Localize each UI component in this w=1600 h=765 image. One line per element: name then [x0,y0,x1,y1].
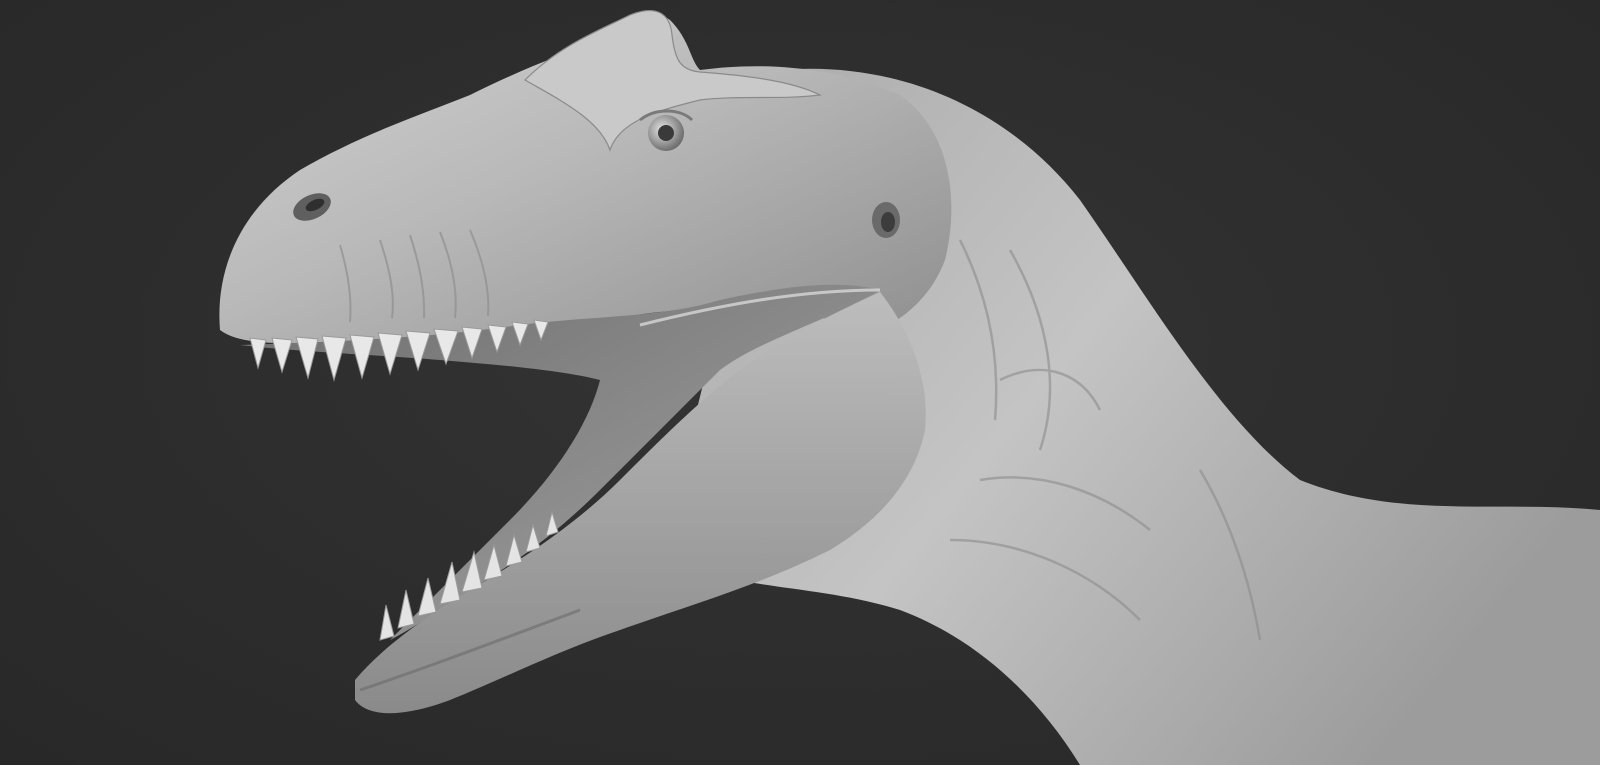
viewport-canvas [0,0,1600,765]
sculpt-render [219,10,1600,765]
